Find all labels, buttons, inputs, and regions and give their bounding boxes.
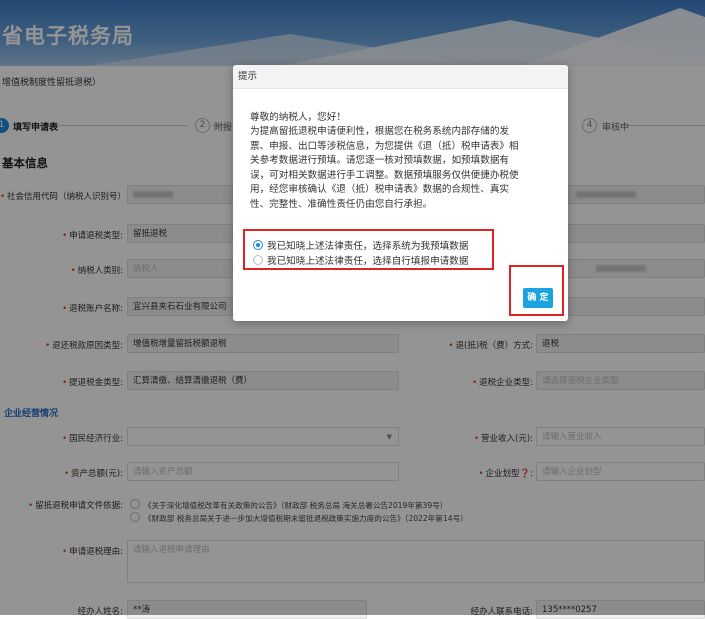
dialog-message-line: 为提高留抵退税申请便利性，根据您在税务系统内部存储的发 — [250, 126, 510, 137]
dialog-message-line: 关参考数据进行预填。请您逐一核对预填数据，如预填数据有 — [250, 155, 510, 167]
dialog-title: 提示 — [233, 65, 568, 89]
dialog-message-line: 票、申报、出口等涉税信息，为您提供《退（抵）税申请表》相 — [250, 140, 519, 152]
option-prefill[interactable]: 我已知晓上述法律责任，选择系统为我预填数据 — [253, 238, 468, 252]
dialog-greeting: 尊敬的纳税人，您好！ — [250, 112, 346, 123]
confirm-button[interactable]: 确 定 — [523, 288, 553, 308]
radio-icon[interactable] — [253, 255, 263, 265]
options-highlight-box: 我已知晓上述法律责任，选择系统为我预填数据 我已知晓上述法律责任，选择自行填报申… — [243, 229, 494, 270]
dialog-message: 为提高留抵退税申请便利性，根据您在税务系统内部存储的发 票、申报、出口等涉税信息… — [250, 125, 555, 213]
dialog-message-line: 用，经您审核确认《退（抵）税申请表》数据的合规性、真实 — [250, 184, 510, 196]
radio-selected-icon[interactable] — [253, 240, 263, 250]
dialog-message-line: 误，可对相关数据进行手工调整。数据预填服务仅供便捷办税使 — [250, 169, 519, 181]
dialog-message-line: 性、完整性、准确性责任仍由您自行承担。 — [250, 198, 433, 210]
confirm-highlight-box: 确 定 — [509, 265, 564, 316]
option-self-fill[interactable]: 我已知晓上述法律责任，选择自行填报申请数据 — [253, 253, 468, 267]
prompt-dialog: 提示 尊敬的纳税人，您好！ 为提高留抵退税申请便利性，根据您在税务系统内部存储的… — [233, 65, 568, 321]
